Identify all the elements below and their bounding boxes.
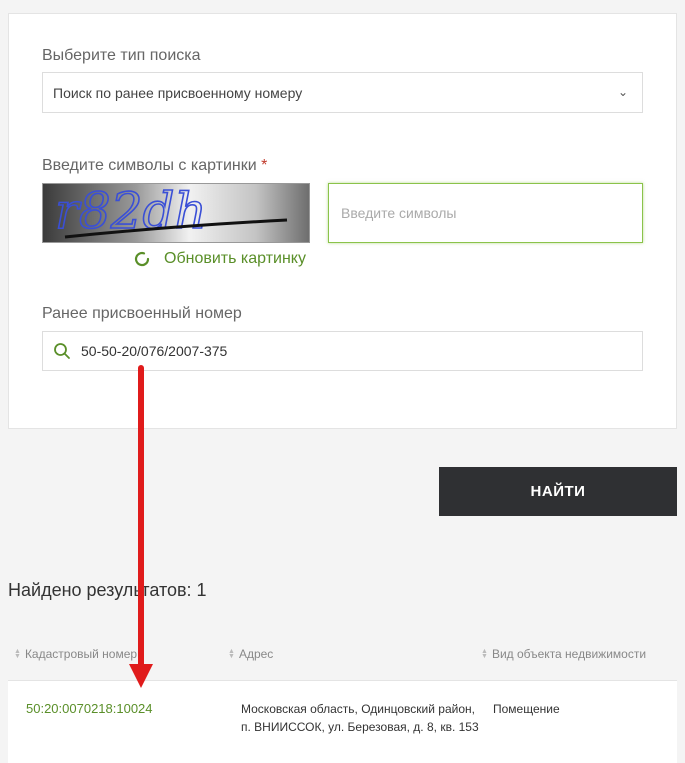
required-mark: * [261,157,268,174]
address-line-1: Московская область, Одинцовский район, [241,702,475,716]
sort-icon: ▲ ▼ [481,648,488,660]
captcha-label: Введите символы с картинки * [42,157,267,175]
captcha-input[interactable] [328,183,643,243]
refresh-label: Обновить картинку [164,250,306,267]
table-row: 50:20:0070218:10024 Московская область, … [8,681,677,763]
refresh-captcha-button[interactable]: Обновить картинку [132,248,306,270]
prev-number-label: Ранее присвоенный номер [42,305,242,322]
object-type-cell: Помещение [493,702,560,716]
column-header-label: Вид объекта недвижимости [491,647,647,661]
prev-number-field[interactable]: 50-50-20/076/2007-375 [42,331,643,371]
address-line-2: п. ВНИИССОК, ул. Березовая, д. 8, кв. 15… [241,720,479,734]
table-header: ▲ ▼ Кадастровый номер ▲ ▼ Адрес ▲ ▼ Вид объ… [8,629,677,681]
column-header-cadastral[interactable]: ▲ ▼ Кадастровый номер [14,647,137,661]
column-header-label: Кадастровый номер [24,647,138,661]
results-count: Найдено результатов: 1 [8,580,207,600]
refresh-icon [134,251,150,267]
column-header-address[interactable]: ▲ ▼ Адрес [228,647,273,661]
captcha-label-text: Введите символы с картинки [42,157,257,174]
find-button[interactable]: НАЙТИ [439,467,677,516]
sort-icon: ▲ ▼ [14,648,21,660]
search-type-label: Выберите тип поиска [42,47,201,64]
search-icon [54,343,70,359]
column-header-type[interactable]: ▲ ▼ Вид объекта недвижимости [481,647,646,661]
address-cell: Московская область, Одинцовский район, п… [241,700,479,736]
prev-number-value: 50-50-20/076/2007-375 [81,343,228,359]
search-type-value: Поиск по ранее присвоенному номеру [53,84,303,101]
search-type-select[interactable]: Поиск по ранее присвоенному номеру ⌄ [42,72,643,113]
sort-icon: ▲ ▼ [228,648,235,660]
chevron-down-icon: ⌄ [617,85,628,99]
column-header-label: Адрес [238,647,274,661]
cadastral-number-link[interactable]: 50:20:0070218:10024 [26,700,153,718]
results-table: ▲ ▼ Кадастровый номер ▲ ▼ Адрес ▲ ▼ Вид объ… [8,629,677,763]
captcha-image: r82dh [42,183,310,243]
